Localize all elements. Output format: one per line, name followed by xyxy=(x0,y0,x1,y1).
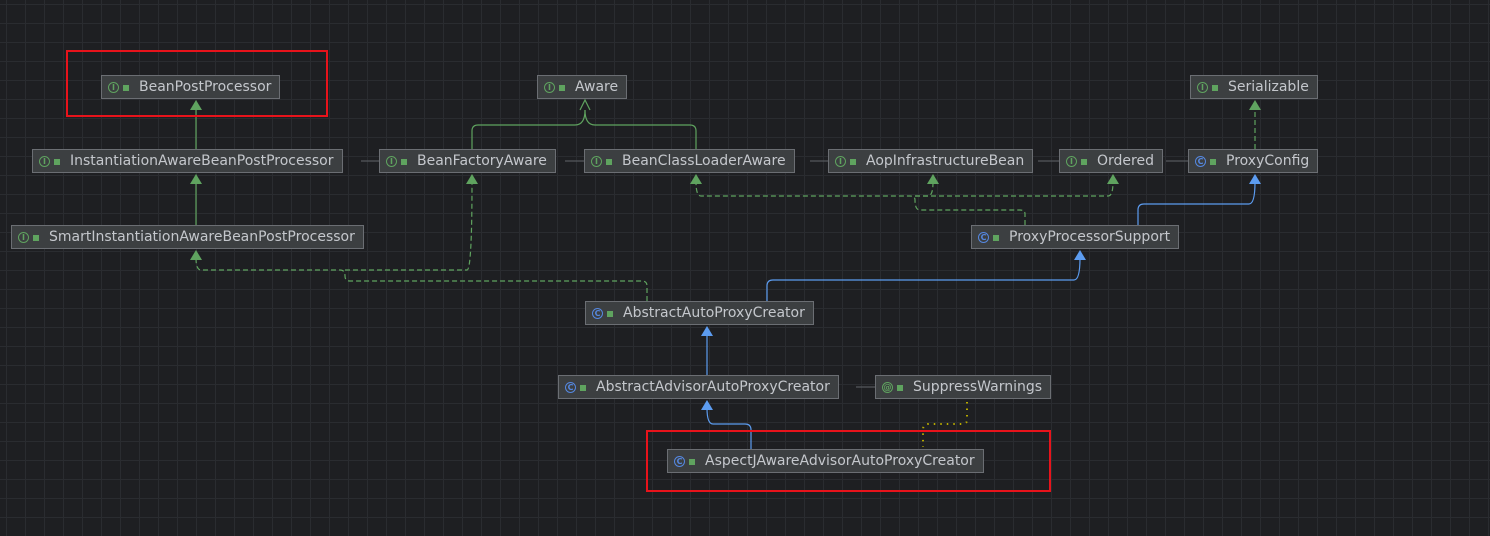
interface-icon: I xyxy=(1197,81,1208,93)
public-visibility-icon xyxy=(607,311,613,317)
arrowhead xyxy=(190,174,202,184)
node-label: BeanClassLoaderAware xyxy=(622,153,786,169)
public-visibility-icon xyxy=(850,159,856,165)
node-ordered[interactable]: I Ordered xyxy=(1059,149,1163,173)
public-visibility-icon xyxy=(606,159,612,165)
edge-aapc-bfa xyxy=(345,181,473,271)
arrowhead xyxy=(1107,174,1119,184)
public-visibility-icon xyxy=(1081,159,1087,165)
node-sw[interactable]: @ SuppressWarnings xyxy=(875,375,1052,399)
arrowhead xyxy=(701,326,713,336)
node-label: SuppressWarnings xyxy=(913,379,1043,395)
edge-pps-aib xyxy=(915,181,934,197)
public-visibility-icon xyxy=(897,385,903,391)
public-visibility-icon xyxy=(54,159,60,165)
node-proxyconfig[interactable]: C ProxyConfig xyxy=(1188,149,1319,173)
node-aadvapc[interactable]: C AbstractAdvisorAutoProxyCreator xyxy=(558,375,839,399)
node-bcla[interactable]: I BeanClassLoaderAware xyxy=(584,149,795,173)
interface-icon: I xyxy=(835,155,846,167)
node-bfa[interactable]: I BeanFactoryAware xyxy=(379,149,556,173)
public-visibility-icon xyxy=(559,85,565,91)
arrowhead xyxy=(1249,100,1261,110)
arrowhead xyxy=(466,174,478,184)
edge-pps-bcla xyxy=(695,181,1026,225)
class-icon: C xyxy=(978,231,989,243)
edge-pps-proxyconfig xyxy=(1137,181,1256,225)
arrowheads xyxy=(190,98,1261,410)
node-siabpp[interactable]: I SmartInstantiationAwareBeanPostProcesso… xyxy=(11,225,364,249)
edge-bfa-aware xyxy=(471,109,586,149)
highlight-box-bean-post-processor xyxy=(66,50,328,117)
node-pps[interactable]: C ProxyProcessorSupport xyxy=(971,225,1180,249)
arrowhead xyxy=(927,174,939,184)
node-label: AopInfrastructureBean xyxy=(866,153,1025,169)
public-visibility-icon xyxy=(33,235,39,241)
annotation-icon: @ xyxy=(882,381,893,393)
node-label: ProxyConfig xyxy=(1226,153,1310,169)
arrowhead xyxy=(190,250,202,260)
node-label: Ordered xyxy=(1097,153,1154,169)
public-visibility-icon xyxy=(580,385,586,391)
edge-aapc-siabpp xyxy=(195,257,648,301)
public-visibility-icon xyxy=(1212,85,1218,91)
node-aware[interactable]: I Aware xyxy=(537,75,628,99)
node-aapc[interactable]: C AbstractAutoProxyCreator xyxy=(585,301,814,325)
node-label: SmartInstantiationAwareBeanPostProcessor xyxy=(49,229,355,245)
node-label: ProxyProcessorSupport xyxy=(1009,229,1171,245)
arrowhead xyxy=(1249,174,1261,184)
interface-icon: I xyxy=(544,81,555,93)
class-icon: C xyxy=(565,381,576,393)
class-icon: C xyxy=(1195,155,1206,167)
arrowhead xyxy=(1074,250,1086,260)
interface-icon: I xyxy=(1066,155,1077,167)
node-aib[interactable]: I AopInfrastructureBean xyxy=(828,149,1034,173)
interface-icon: I xyxy=(386,155,397,167)
node-label: BeanFactoryAware xyxy=(417,153,547,169)
node-label: AbstractAdvisorAutoProxyCreator xyxy=(596,379,830,395)
node-label: Serializable xyxy=(1228,79,1309,95)
edge-bcla-aware xyxy=(584,109,697,149)
interface-icon: I xyxy=(591,155,602,167)
node-label: Aware xyxy=(575,79,619,95)
class-icon: C xyxy=(592,307,603,319)
interface-icon: I xyxy=(18,231,29,243)
public-visibility-icon xyxy=(401,159,407,165)
edge-aapc-pps xyxy=(766,257,1081,301)
highlight-box-aspectj-creator xyxy=(646,430,1051,492)
interface-icon: I xyxy=(39,155,50,167)
node-serializable[interactable]: I Serializable xyxy=(1190,75,1318,99)
node-iabpp[interactable]: I InstantiationAwareBeanPostProcessor xyxy=(32,149,343,173)
arrowhead xyxy=(579,98,591,111)
arrowhead xyxy=(690,174,702,184)
arrowhead xyxy=(701,400,713,410)
node-label: InstantiationAwareBeanPostProcessor xyxy=(70,153,334,169)
public-visibility-icon xyxy=(993,235,999,241)
public-visibility-icon xyxy=(1210,159,1216,165)
edge-pps-ordered xyxy=(915,181,1114,197)
node-label: AbstractAutoProxyCreator xyxy=(623,305,805,321)
